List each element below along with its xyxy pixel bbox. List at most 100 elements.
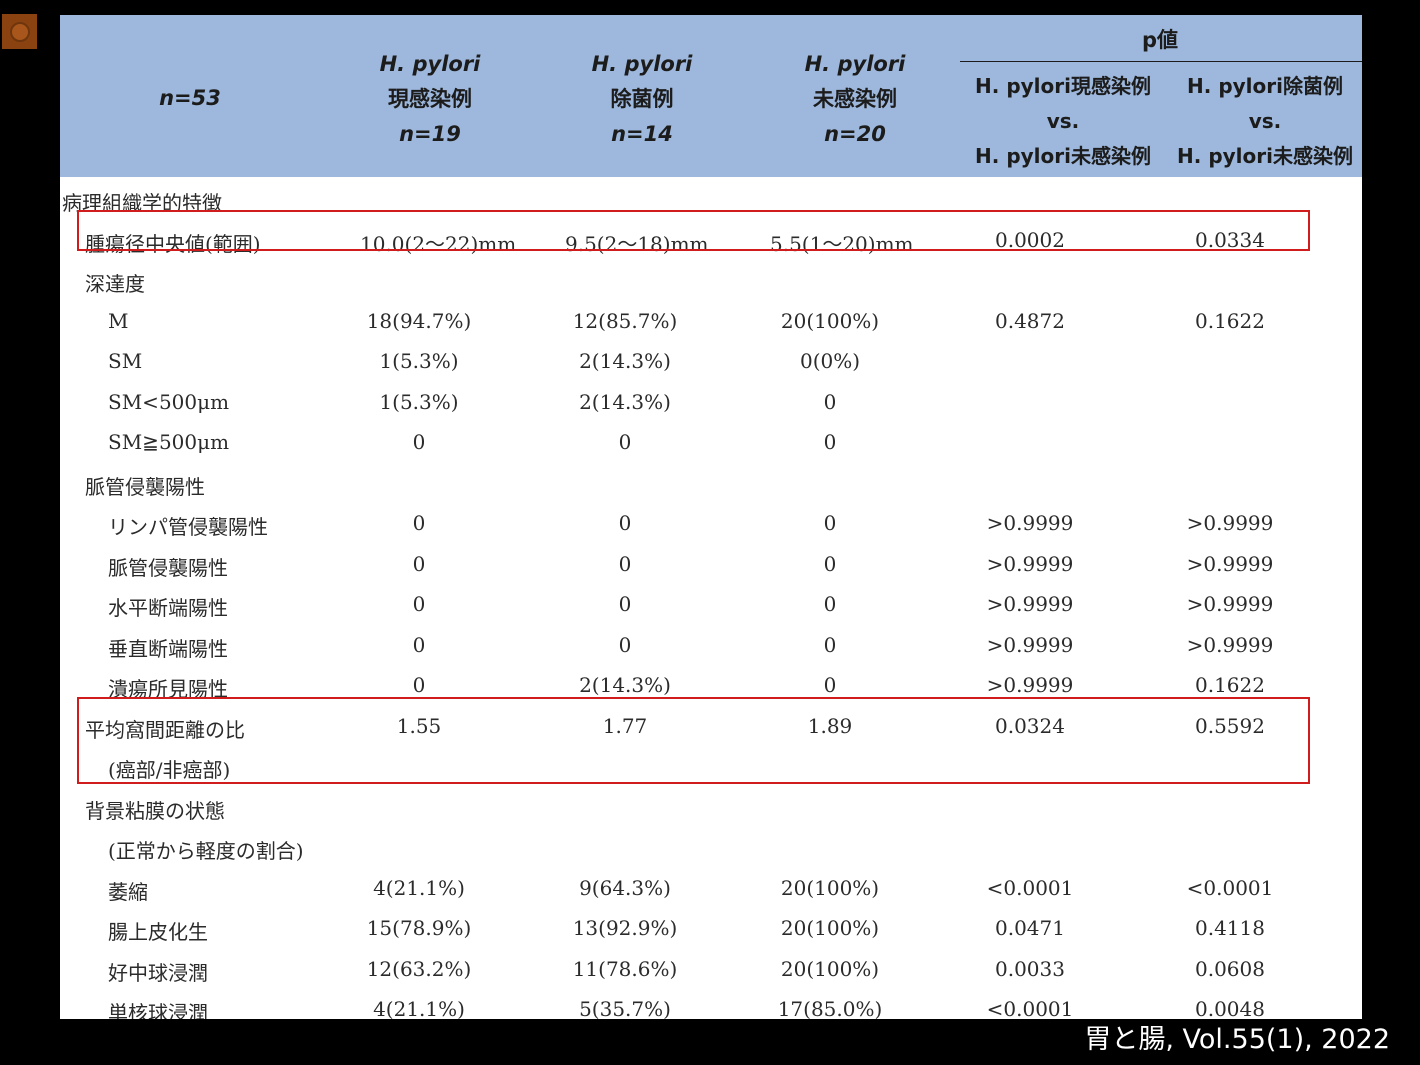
row-label: 単核球浸潤	[108, 1001, 208, 1019]
value-current: 1(5.3%)	[379, 349, 459, 373]
row-label: M	[108, 308, 129, 333]
results-table: n=53 H. pylori 現感染例 n=19 H. pylori 除菌例 n…	[60, 15, 1362, 1019]
row-label: 深達度	[85, 272, 145, 296]
table-header: n=53 H. pylori 現感染例 n=19 H. pylori 除菌例 n…	[60, 15, 1362, 177]
p-eradicated-vs-uninfected: >0.9999	[1186, 511, 1274, 535]
p-current-vs-uninfected: >0.9999	[986, 511, 1074, 535]
value-uninfected: 0	[823, 551, 837, 576]
row-label: SM<500μm	[108, 389, 230, 414]
p-current-vs-uninfected: >0.9999	[986, 632, 1074, 657]
p-eradicated-vs-uninfected: 0.0608	[1195, 956, 1265, 981]
row-label: 脈管侵襲陽性	[85, 474, 205, 499]
value-uninfected: 0	[823, 632, 837, 657]
value-uninfected: 0	[823, 592, 837, 616]
value-current: 0	[412, 551, 426, 576]
value-eradicated: 13(92.9%)	[572, 916, 678, 940]
value-uninfected: 0	[823, 430, 837, 454]
table-row: 萎縮 4(21.1%) 9(64.3%) 20(100%) <0.0001 <0.0001	[60, 866, 1362, 906]
table-row: 単核球浸潤 4(21.1%) 5(35.7%) 17(85.0%) <0.0001 0.0…	[60, 987, 1362, 1019]
table-row: SM 1(5.3%) 2(14.3%) 0(0%)	[60, 339, 1362, 379]
highlight-box-tumor-size	[77, 210, 1310, 251]
header-p-col-current-vs-uninfected: H. pylori現感染例 vs. H. pylori未感染例	[975, 74, 1151, 168]
p-eradicated-vs-uninfected: >0.9999	[1186, 632, 1274, 657]
p-eradicated-vs-uninfected: 0.4118	[1195, 916, 1265, 940]
row-label: 腸上皮化生	[108, 920, 208, 944]
p-eradicated-vs-uninfected: >0.9999	[1186, 592, 1274, 616]
header-col-eradicated: H. pylori 除菌例 n=14	[591, 52, 693, 146]
value-eradicated: 0	[618, 551, 632, 576]
row-label: 背景粘膜の状態	[85, 798, 225, 823]
table-row: リンパ管侵襲陽性 0 0 0 >0.9999 >0.9999	[60, 501, 1362, 541]
value-eradicated: 12(85.7%)	[572, 308, 678, 333]
value-uninfected: 0	[823, 673, 837, 697]
value-current: 0	[412, 511, 426, 535]
value-uninfected: 20(100%)	[780, 308, 880, 333]
table-row: 背景粘膜の状態	[60, 785, 1362, 825]
row-label: 好中球浸潤	[108, 960, 208, 985]
table-row: M 18(94.7%) 12(85.7%) 20(100%) 0.4872 0.1622	[60, 299, 1362, 339]
value-eradicated: 2(14.3%)	[579, 389, 671, 414]
value-eradicated: 9(64.3%)	[579, 875, 671, 900]
value-eradicated: 2(14.3%)	[579, 673, 671, 697]
value-current: 4(21.1%)	[373, 875, 465, 900]
p-current-vs-uninfected: >0.9999	[986, 592, 1074, 616]
corner-settings-icon[interactable]	[2, 14, 37, 49]
row-label: 水平断端陽性	[108, 596, 228, 620]
value-eradicated: 2(14.3%)	[579, 349, 671, 373]
header-col-uninfected: H. pylori 未感染例 n=20	[804, 52, 906, 146]
value-current: 0	[412, 632, 426, 657]
table-row: 水平断端陽性 0 0 0 >0.9999 >0.9999	[60, 582, 1362, 622]
table-row: SM≧500μm 0 0 0	[60, 420, 1362, 460]
row-label: 垂直断端陽性	[108, 636, 228, 661]
row-label: 脈管侵襲陽性	[108, 555, 228, 580]
p-eradicated-vs-uninfected: 0.0048	[1195, 997, 1265, 1019]
value-current: 15(78.9%)	[366, 916, 472, 940]
value-eradicated: 5(35.7%)	[579, 997, 671, 1019]
table-row: 深達度	[60, 258, 1362, 298]
value-current: 18(94.7%)	[366, 308, 472, 333]
value-uninfected: 20(100%)	[780, 956, 880, 981]
p-current-vs-uninfected: >0.9999	[986, 673, 1074, 697]
value-current: 4(21.1%)	[373, 997, 465, 1019]
table-row: 脈管侵襲陽性	[60, 461, 1362, 501]
value-current: 0	[412, 673, 426, 697]
table-row: SM<500μm 1(5.3%) 2(14.3%) 0	[60, 380, 1362, 420]
value-uninfected: 0(0%)	[799, 349, 861, 373]
header-col-current: H. pylori 現感染例 n=19	[379, 52, 481, 146]
table-row: 好中球浸潤 12(63.2%) 11(78.6%) 20(100%) 0.0033 0.0…	[60, 947, 1362, 987]
value-uninfected: 0	[823, 511, 837, 535]
value-uninfected: 17(85.0%)	[777, 997, 883, 1019]
value-uninfected: 20(100%)	[780, 875, 880, 900]
header-p-col-eradicated-vs-uninfected: H. pylori除菌例 vs. H. pylori未感染例	[1177, 74, 1353, 168]
row-label: 萎縮	[108, 879, 148, 904]
p-current-vs-uninfected: 0.0033	[995, 956, 1065, 981]
header-n-total: n=53	[159, 86, 221, 110]
p-current-vs-uninfected: 0.4872	[995, 308, 1065, 333]
value-eradicated: 0	[618, 511, 632, 535]
value-uninfected: 20(100%)	[780, 916, 880, 940]
value-current: 1(5.3%)	[379, 389, 459, 414]
table-row: (正常から軽度の割合)	[60, 825, 1362, 865]
p-current-vs-uninfected: <0.0001	[986, 997, 1074, 1019]
header-p-divider	[960, 61, 1362, 62]
p-eradicated-vs-uninfected: <0.0001	[1186, 875, 1274, 900]
p-eradicated-vs-uninfected: 0.1622	[1195, 673, 1265, 697]
header-p-value-title: p値	[1141, 28, 1179, 52]
table-row: 垂直断端陽性 0 0 0 >0.9999 >0.9999	[60, 623, 1362, 663]
highlight-box-pit-distance	[77, 697, 1310, 784]
value-eradicated: 0	[618, 632, 632, 657]
value-uninfected: 0	[823, 389, 837, 414]
p-eradicated-vs-uninfected: >0.9999	[1186, 551, 1274, 576]
row-label: SM≧500μm	[108, 430, 230, 454]
value-current: 0	[412, 592, 426, 616]
value-eradicated: 0	[618, 430, 632, 454]
p-current-vs-uninfected: >0.9999	[986, 551, 1074, 576]
value-current: 0	[412, 430, 426, 454]
citation: 胃と腸, Vol.55(1), 2022	[1084, 1024, 1390, 1055]
p-current-vs-uninfected: 0.0471	[995, 916, 1065, 940]
row-label: SM	[108, 349, 143, 373]
table-row: 脈管侵襲陽性 0 0 0 >0.9999 >0.9999	[60, 542, 1362, 582]
p-current-vs-uninfected: <0.0001	[986, 875, 1074, 900]
value-current: 12(63.2%)	[366, 956, 472, 981]
value-eradicated: 0	[618, 592, 632, 616]
